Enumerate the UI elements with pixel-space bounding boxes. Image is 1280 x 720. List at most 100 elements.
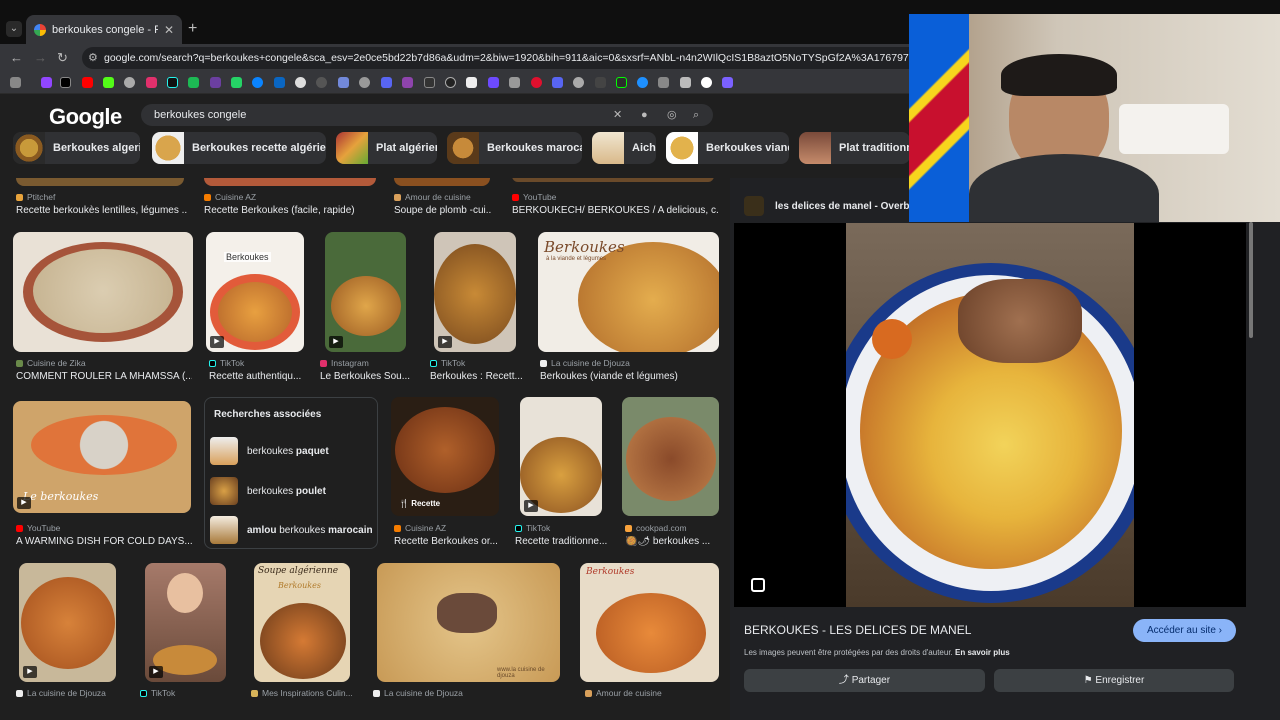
result-image[interactable] <box>622 397 719 516</box>
result-image[interactable] <box>16 178 184 186</box>
result-source[interactable]: TikTok <box>209 358 244 368</box>
bookmark-icon[interactable] <box>616 77 627 88</box>
result-caption[interactable]: 🥘🌶 berkoukes ... <box>625 536 719 547</box>
bookmark-icon[interactable] <box>488 77 499 88</box>
bookmark-icon[interactable] <box>722 77 733 88</box>
result-caption[interactable]: Recette Berkoukes or... <box>394 536 498 547</box>
result-image[interactable]: Le berkoukes ▶ <box>13 401 191 513</box>
search-icon[interactable]: ⌕ <box>693 104 699 126</box>
bookmark-icon[interactable] <box>552 77 563 88</box>
bookmark-icon[interactable] <box>210 77 221 88</box>
result-source[interactable]: TikTok <box>140 688 175 698</box>
preview-image[interactable] <box>846 223 1134 607</box>
result-source[interactable]: TikTok <box>515 523 550 533</box>
browser-tab[interactable]: berkoukes congele - Recherche ✕ <box>26 15 182 44</box>
bookmark-icon[interactable] <box>188 77 199 88</box>
bookmark-icon[interactable] <box>509 77 520 88</box>
close-tab-icon[interactable]: ✕ <box>164 23 174 37</box>
bookmark-icon[interactable] <box>252 77 263 88</box>
result-image[interactable] <box>394 178 490 186</box>
result-caption[interactable]: Berkoukes (viande et légumes) <box>540 371 718 382</box>
result-source[interactable]: Cuisine AZ <box>204 192 256 202</box>
bookmark-icon[interactable] <box>231 77 242 88</box>
lens-icon[interactable]: ◎ <box>667 104 677 126</box>
result-image[interactable]: ▶ <box>434 232 516 352</box>
microphone-icon[interactable]: ● <box>641 104 648 126</box>
result-source[interactable]: La cuisine de Djouza <box>16 688 106 698</box>
result-image[interactable] <box>512 178 714 182</box>
result-image[interactable]: ▶ <box>19 563 116 682</box>
related-search-amlou-berkoukes-marocain[interactable]: amlou berkoukes marocain <box>210 513 374 547</box>
result-caption[interactable]: Le Berkoukes Sou... <box>320 371 410 382</box>
bookmark-icon[interactable] <box>424 77 435 88</box>
back-icon[interactable]: ← <box>10 50 23 65</box>
result-image[interactable]: ▶ <box>145 563 226 682</box>
related-search-berkoukes-paquet[interactable]: berkoukes paquet <box>210 434 374 468</box>
save-button[interactable]: ⚑ Enregistrer <box>994 669 1234 692</box>
bookmark-icon[interactable] <box>124 77 135 88</box>
chip-berkoukes-recette-algerienne[interactable]: Berkoukes recette algérienne <box>152 132 326 164</box>
result-source[interactable]: TikTok <box>430 358 465 368</box>
result-caption[interactable]: Soupe de plomb -cui... <box>394 205 492 216</box>
result-image[interactable]: Soupe algérienne Berkoukes <box>254 563 350 682</box>
address-bar[interactable]: ⚙ google.com/search?q=berkoukes+congele&… <box>82 47 982 69</box>
result-caption[interactable]: Recette Berkoukes (facile, rapide) <box>204 205 376 216</box>
x-bookmark-icon[interactable] <box>60 77 71 88</box>
visit-site-button[interactable]: Accéder au site › <box>1133 619 1236 642</box>
kick-bookmark-icon[interactable] <box>103 77 114 88</box>
result-caption[interactable]: Recette traditionne... <box>515 536 607 547</box>
result-image[interactable]: www.la cuisine de djouza <box>377 563 560 682</box>
google-logo[interactable]: Google <box>49 104 122 130</box>
bookmark-icon[interactable] <box>680 77 691 88</box>
result-caption[interactable]: BERKOUKECH/ BERKOUKES / A delicious, c..… <box>512 205 718 216</box>
result-image[interactable]: ▶ <box>520 397 602 516</box>
chip-berkoukes-viande[interactable]: Berkoukes viande <box>666 132 789 164</box>
result-source[interactable]: Mes Inspirations Culin... <box>251 688 353 698</box>
result-source[interactable]: YouTube <box>16 523 60 533</box>
chip-aich[interactable]: Aich <box>592 132 656 164</box>
lens-search-icon[interactable] <box>751 578 765 592</box>
bookmark-icon[interactable] <box>402 77 413 88</box>
site-info-icon[interactable]: ⚙ <box>88 47 98 69</box>
result-image[interactable]: Berkoukes à la viande et légumes <box>538 232 719 352</box>
apps-grid-icon[interactable] <box>10 77 21 88</box>
preview-image-frame[interactable] <box>734 223 1246 607</box>
tiktok-bookmark-icon[interactable] <box>167 77 178 88</box>
chip-berkoukes-marocain[interactable]: Berkoukes marocain <box>447 132 582 164</box>
new-tab-button[interactable]: + <box>188 20 197 38</box>
bookmark-icon[interactable] <box>573 77 584 88</box>
chip-plat-traditionnel[interactable]: Plat traditionnel <box>799 132 910 164</box>
result-source[interactable]: cookpad.com <box>625 523 687 533</box>
reload-icon[interactable]: ↻ <box>57 50 68 66</box>
result-image[interactable]: Berkoukes <box>580 563 719 682</box>
bookmark-icon[interactable] <box>359 77 370 88</box>
preview-title[interactable]: BERKOUKES - LES DELICES DE MANEL <box>744 623 971 637</box>
info-bookmark-icon[interactable] <box>295 77 306 88</box>
result-source[interactable]: Amour de cuisine <box>394 192 471 202</box>
result-caption[interactable]: COMMENT ROULER LA MHAMSSA (... <box>16 371 192 382</box>
bookmark-icon[interactable] <box>595 77 606 88</box>
clear-icon[interactable]: ✕ <box>613 104 622 126</box>
panel-scrollbar[interactable] <box>1249 222 1253 338</box>
linkedin-bookmark-icon[interactable] <box>274 77 285 88</box>
bookmark-icon[interactable] <box>381 77 392 88</box>
result-image[interactable]: ▶ <box>325 232 406 352</box>
result-image[interactable] <box>13 232 193 352</box>
learn-more-link[interactable]: En savoir plus <box>955 648 1010 657</box>
result-source[interactable]: Ptitchef <box>16 192 55 202</box>
result-caption[interactable]: A WARMING DISH FOR COLD DAYS... <box>16 536 192 547</box>
bookmark-icon[interactable] <box>316 77 327 88</box>
instagram-bookmark-icon[interactable] <box>146 77 157 88</box>
bookmark-icon[interactable] <box>338 77 349 88</box>
forward-icon[interactable]: → <box>34 50 47 65</box>
bookmark-icon[interactable] <box>701 77 712 88</box>
preview-source[interactable]: les delices de manel - Overblog <box>744 196 925 216</box>
bookmark-icon[interactable] <box>637 77 648 88</box>
result-source[interactable]: Cuisine AZ <box>394 523 446 533</box>
chip-plat-algerien[interactable]: Plat algérien <box>336 132 437 164</box>
result-caption[interactable]: Recette authentiqu... <box>209 371 305 382</box>
result-source[interactable]: La cuisine de Djouza <box>373 688 463 698</box>
bookmark-icon[interactable] <box>531 77 542 88</box>
bookmark-icon[interactable] <box>466 77 477 88</box>
search-input[interactable]: berkoukes congele ✕ ● ◎ ⌕ <box>141 104 713 126</box>
